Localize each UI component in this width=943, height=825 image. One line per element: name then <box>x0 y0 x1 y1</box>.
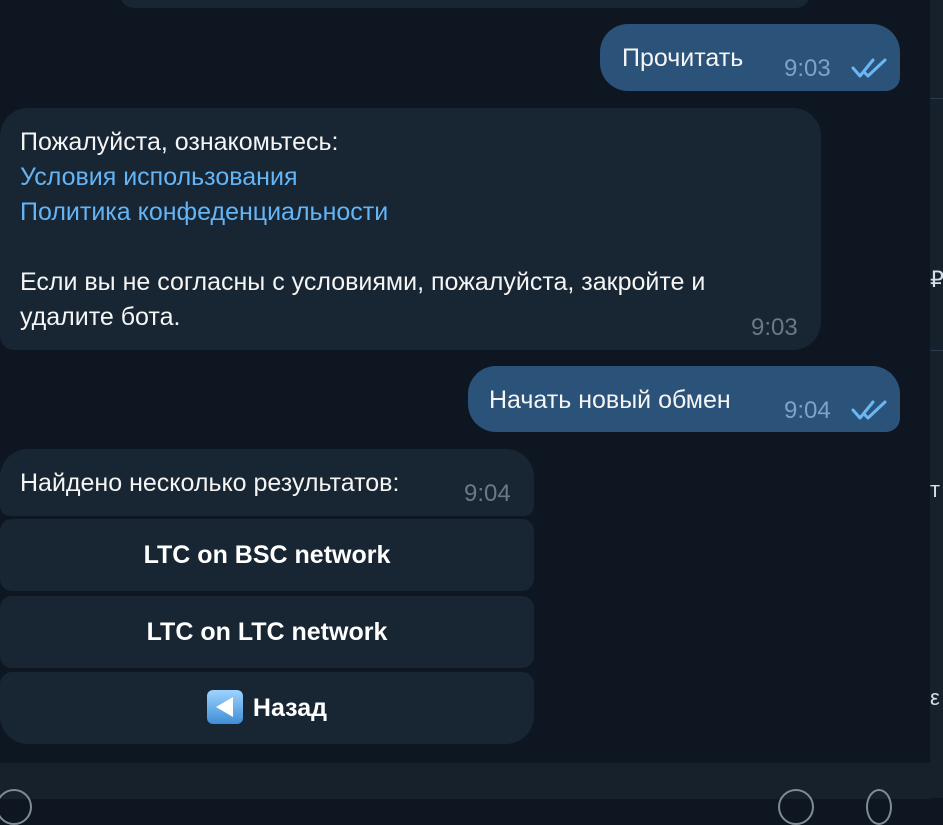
chat-area: Прочитать 9:03 Пожалуйста, ознакомьтесь:… <box>0 0 930 762</box>
message-policy[interactable]: Пожалуйста, ознакомьтесь: Условия исполь… <box>0 108 821 350</box>
message-policy-intro: Пожалуйста, ознакомьтесь: <box>20 128 339 156</box>
message-read-text: Прочитать <box>622 44 744 72</box>
previous-message-bubble <box>120 0 810 8</box>
right-panel-edge: ₽ т ε <box>930 0 943 798</box>
back-arrow-icon <box>206 690 243 725</box>
message-policy-body-line2: удалите бота. <box>20 303 181 331</box>
message-new-exchange-time: 9:04 <box>784 397 831 424</box>
message-results-text: Найдено несколько результатов: <box>20 469 400 497</box>
policy-links: Условия использования Политика конфеденц… <box>20 160 388 230</box>
message-composer[interactable] <box>0 762 930 825</box>
message-results[interactable]: Найдено несколько результатов: 9:04 <box>0 449 534 516</box>
privacy-link[interactable]: Политика конфеденциальности <box>20 195 388 230</box>
message-read-time: 9:03 <box>784 55 831 82</box>
message-new-exchange-text: Начать новый обмен <box>489 386 731 414</box>
clipped-text: ε <box>930 685 940 710</box>
message-results-time: 9:04 <box>464 480 511 507</box>
back-button-label: Назад <box>252 694 328 722</box>
terms-link[interactable]: Условия использования <box>20 160 388 195</box>
message-policy-body-line1: Если вы не согласны с условиями, пожалуй… <box>20 268 706 296</box>
clipped-text: ₽ <box>930 267 943 292</box>
double-check-icon <box>851 400 887 420</box>
ltc-bsc-network-button[interactable]: LTC on BSC network <box>0 519 534 591</box>
clipped-text: т <box>930 477 941 502</box>
panel-divider <box>930 98 943 99</box>
message-new-exchange[interactable]: Начать новый обмен 9:04 <box>468 366 900 432</box>
ltc-bsc-network-button-label: LTC on BSC network <box>143 541 391 569</box>
message-policy-time: 9:03 <box>751 314 798 341</box>
double-check-icon <box>851 58 887 78</box>
panel-divider <box>930 350 943 351</box>
ltc-ltc-network-button[interactable]: LTC on LTC network <box>0 596 534 668</box>
attach-icon[interactable] <box>0 789 32 825</box>
back-button[interactable]: Назад <box>0 672 534 744</box>
ltc-ltc-network-button-label: LTC on LTC network <box>146 618 388 646</box>
message-read[interactable]: Прочитать 9:03 <box>600 24 900 91</box>
emoji-icon[interactable] <box>778 789 814 825</box>
microphone-icon[interactable] <box>866 789 892 825</box>
